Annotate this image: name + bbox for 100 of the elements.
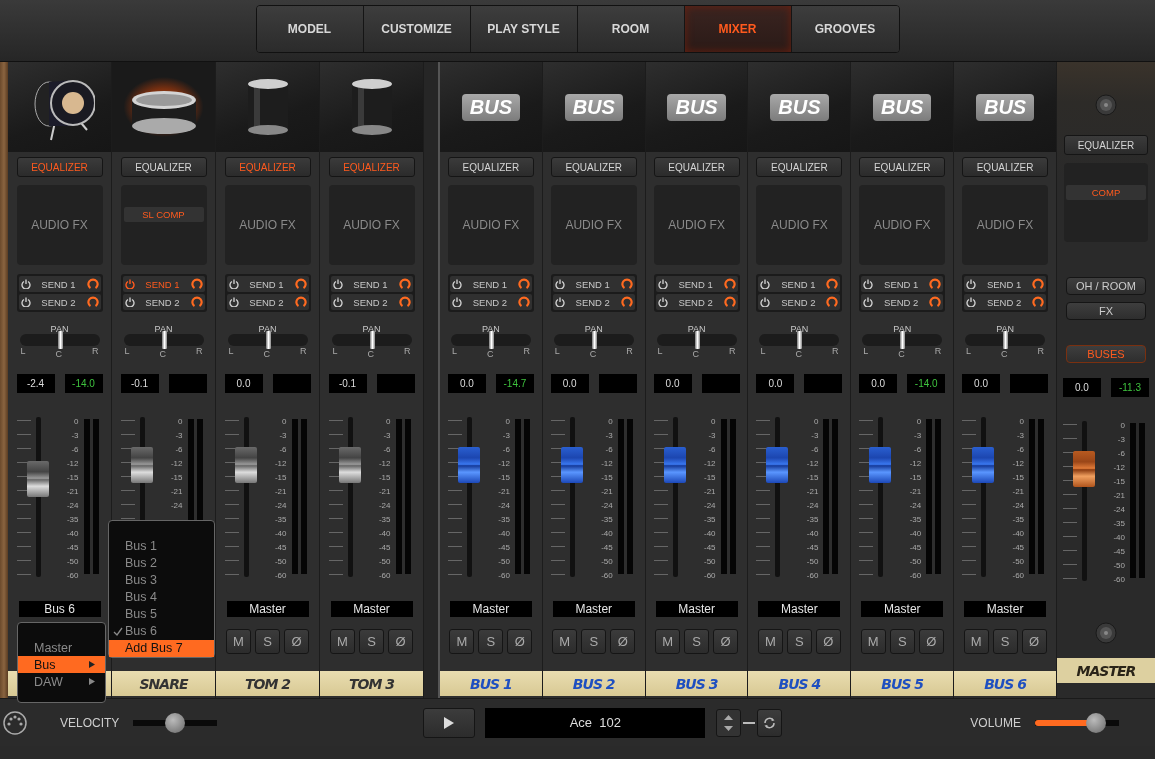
audio-fx-slot[interactable]: AUDIO FX <box>328 185 415 265</box>
pan-handle[interactable] <box>488 331 494 349</box>
send-knob-icon[interactable] <box>1032 278 1045 290</box>
pan-handle[interactable] <box>369 331 375 349</box>
menu-item[interactable]: Bus <box>18 656 105 673</box>
power-icon[interactable] <box>451 297 462 307</box>
fader-handle[interactable] <box>972 447 995 483</box>
send-knob-icon[interactable] <box>620 296 633 308</box>
tab[interactable]: ROOM <box>577 6 685 52</box>
audio-fx-slot[interactable]: COMP <box>1063 163 1148 242</box>
mute-button[interactable]: M <box>860 629 886 654</box>
power-icon[interactable] <box>20 297 31 307</box>
send-knob-icon[interactable] <box>517 278 530 290</box>
fader-handle[interactable] <box>234 447 257 483</box>
tab[interactable]: MIXER <box>684 6 792 52</box>
power-icon[interactable] <box>20 279 31 289</box>
output-selector[interactable]: Master <box>861 601 944 617</box>
route-button[interactable]: OH / ROOM <box>1065 277 1146 295</box>
send-knob-icon[interactable] <box>1032 296 1045 308</box>
pan-handle[interactable] <box>797 331 803 349</box>
power-icon[interactable] <box>554 279 565 289</box>
power-icon[interactable] <box>332 279 343 289</box>
send-knob-icon[interactable] <box>929 296 942 308</box>
fader-handle[interactable] <box>338 447 361 483</box>
tab[interactable]: PLAY STYLE <box>470 6 578 52</box>
equalizer-button[interactable]: EQUALIZER <box>120 157 207 177</box>
pan-slider[interactable] <box>19 334 100 346</box>
effect-insert[interactable]: SL COMP <box>123 207 204 222</box>
send-knob-icon[interactable] <box>398 296 411 308</box>
play-button[interactable] <box>423 707 476 738</box>
power-icon[interactable] <box>966 297 977 307</box>
send-knob-icon[interactable] <box>294 278 307 290</box>
send-knob-icon[interactable] <box>826 296 839 308</box>
power-icon[interactable] <box>554 297 565 307</box>
knob-icon[interactable] <box>1094 94 1117 116</box>
equalizer-button[interactable]: EQUALIZER <box>550 157 637 177</box>
phase-button[interactable]: Ø <box>388 629 413 654</box>
output-selector[interactable]: Master <box>758 601 841 617</box>
send-knob-icon[interactable] <box>517 296 530 308</box>
send-knob-icon[interactable] <box>826 278 839 290</box>
menu-item[interactable]: Bus 4 <box>109 588 214 606</box>
power-icon[interactable] <box>332 297 343 307</box>
solo-button[interactable]: S <box>684 629 710 654</box>
phase-button[interactable]: Ø <box>713 629 739 654</box>
send-knob-icon[interactable] <box>620 278 633 290</box>
pan-handle[interactable] <box>161 331 167 349</box>
power-icon[interactable] <box>863 297 874 307</box>
audio-fx-slot[interactable]: AUDIO FX <box>756 185 843 265</box>
audio-fx-slot[interactable]: AUDIO FX <box>653 185 740 265</box>
route-button[interactable]: FX <box>1065 302 1146 320</box>
equalizer-button[interactable]: EQUALIZER <box>447 157 534 177</box>
pan-handle[interactable] <box>57 331 63 349</box>
dial-icon[interactable] <box>2 709 28 736</box>
menu-item[interactable]: Bus 3 <box>109 571 214 589</box>
menu-item[interactable]: Bus 2 <box>109 554 214 572</box>
power-icon[interactable] <box>228 297 239 307</box>
refresh-button[interactable] <box>757 708 783 737</box>
power-icon[interactable] <box>760 297 771 307</box>
power-icon[interactable] <box>124 279 135 289</box>
solo-button[interactable]: S <box>786 629 812 654</box>
audio-fx-slot[interactable]: AUDIO FX <box>447 185 534 265</box>
pan-handle[interactable] <box>694 331 700 349</box>
knob-icon[interactable] <box>1094 622 1117 644</box>
fader-handle[interactable] <box>869 447 892 483</box>
power-icon[interactable] <box>863 279 874 289</box>
up-down-button[interactable] <box>716 708 742 737</box>
send-knob-icon[interactable] <box>723 278 736 290</box>
mute-button[interactable]: M <box>963 629 989 654</box>
power-icon[interactable] <box>760 279 771 289</box>
menu-item[interactable]: Bus 5 <box>109 605 214 623</box>
audio-fx-slot[interactable]: AUDIO FX <box>550 185 637 265</box>
audio-fx-slot[interactable]: AUDIO FX <box>962 185 1049 265</box>
send-knob-icon[interactable] <box>398 278 411 290</box>
solo-button[interactable]: S <box>359 629 384 654</box>
power-icon[interactable] <box>966 279 977 289</box>
slider-handle[interactable] <box>1085 712 1106 733</box>
fader-handle[interactable] <box>26 461 49 498</box>
phase-button[interactable]: Ø <box>507 629 533 654</box>
pan-handle[interactable] <box>900 331 906 349</box>
solo-button[interactable]: S <box>478 629 504 654</box>
mute-button[interactable]: M <box>330 629 355 654</box>
audio-fx-slot[interactable]: AUDIO FX <box>224 185 311 265</box>
send-knob-icon[interactable] <box>929 278 942 290</box>
mute-button[interactable]: M <box>655 629 681 654</box>
phase-button[interactable]: Ø <box>815 629 841 654</box>
menu-item[interactable]: Bus 1 <box>109 537 214 555</box>
tab[interactable]: MODEL <box>256 6 364 52</box>
menu-item[interactable]: DAW <box>18 673 105 690</box>
solo-button[interactable]: S <box>581 629 607 654</box>
equalizer-button[interactable]: EQUALIZER <box>1063 135 1148 155</box>
pan-slider[interactable] <box>965 334 1046 346</box>
route-button[interactable]: BUSES <box>1065 345 1146 363</box>
fader-handle[interactable] <box>457 447 480 483</box>
send-knob-icon[interactable] <box>294 296 307 308</box>
equalizer-button[interactable]: EQUALIZER <box>859 157 946 177</box>
output-selector[interactable]: Master <box>552 601 635 617</box>
menu-item[interactable]: Add Bus 7 <box>109 639 214 657</box>
effect-insert[interactable]: COMP <box>1065 185 1146 200</box>
pan-slider[interactable] <box>862 334 943 346</box>
pan-slider[interactable] <box>450 334 531 346</box>
